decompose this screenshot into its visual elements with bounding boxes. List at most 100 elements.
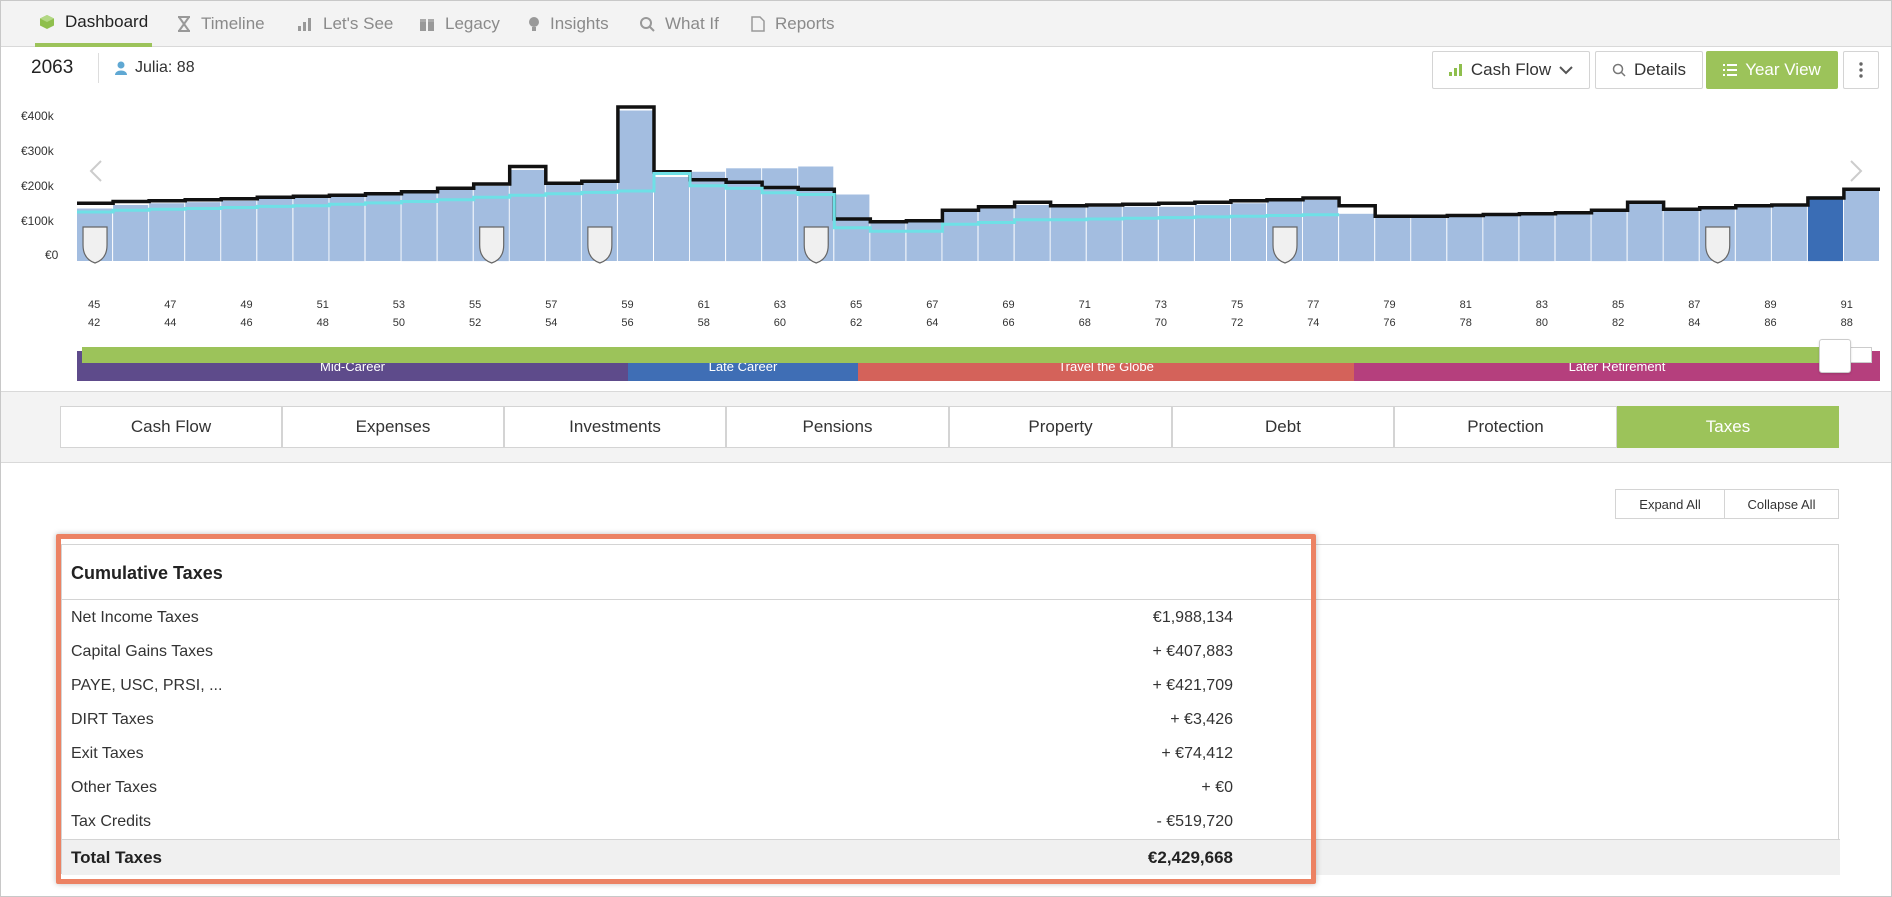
event-marker-icon[interactable]	[1272, 226, 1298, 264]
chevron-right-icon[interactable]	[1850, 160, 1863, 182]
chart-bar[interactable]	[221, 200, 257, 261]
row-label: Net Income Taxes	[71, 609, 199, 626]
chart-bar[interactable]	[1050, 206, 1086, 262]
chart-bar[interactable]	[762, 168, 798, 262]
age-label-bottom: 88	[1840, 317, 1853, 329]
event-marker-icon[interactable]	[1705, 226, 1731, 264]
nav-tab-label: What If	[665, 14, 719, 33]
chart-bar[interactable]	[978, 208, 1014, 262]
age-label-bottom: 42	[88, 317, 101, 329]
chart-bar[interactable]	[293, 198, 329, 261]
chart-bar[interactable]	[1158, 206, 1194, 262]
tab-protection[interactable]: Protection	[1394, 406, 1617, 448]
event-marker-icon[interactable]	[803, 226, 829, 264]
tab-investments[interactable]: Investments	[504, 406, 726, 448]
age-label-top: 69	[1002, 299, 1015, 311]
table-row: Other Taxes + €0	[62, 771, 1840, 805]
nav-tab-lets-see[interactable]: Let's See	[297, 1, 393, 47]
table-row: PAYE, USC, PRSI, ... + €421,709	[62, 669, 1840, 703]
list-icon	[1723, 64, 1738, 76]
app-window: Dashboard Timeline Let's See Legacy Insi…	[0, 0, 1892, 897]
nav-tab-timeline[interactable]: Timeline	[177, 1, 265, 47]
nav-tab-label: Reports	[775, 14, 835, 33]
chart-bar[interactable]	[1771, 205, 1807, 261]
expand-all-button[interactable]: Expand All	[1615, 489, 1725, 519]
chart-bar[interactable]	[1411, 215, 1447, 262]
age-label-top: 75	[1231, 299, 1244, 311]
nav-tab-legacy[interactable]: Legacy	[419, 1, 500, 47]
chart-bar[interactable]	[257, 198, 293, 261]
event-marker-icon[interactable]	[82, 226, 108, 264]
tab-pensions[interactable]: Pensions	[726, 406, 949, 448]
chart-bar[interactable]	[1627, 203, 1663, 261]
more-options-button[interactable]	[1843, 51, 1879, 89]
tab-taxes[interactable]: Taxes	[1617, 406, 1839, 448]
chart-bar[interactable]	[1555, 212, 1591, 261]
age-label-top: 65	[850, 299, 863, 311]
chart-bar[interactable]	[1194, 205, 1230, 261]
age-label-top: 73	[1154, 299, 1168, 311]
chart-bar[interactable]	[1303, 199, 1339, 261]
chart-bar[interactable]	[1663, 210, 1699, 262]
nav-tab-label: Timeline	[201, 14, 265, 33]
row-label: Exit Taxes	[71, 745, 144, 762]
chart-bar[interactable]	[149, 203, 185, 261]
chart-bar[interactable]	[1591, 210, 1627, 262]
chart-bar[interactable]	[1375, 215, 1411, 262]
chart-bar[interactable]	[1014, 205, 1050, 261]
tab-property[interactable]: Property	[949, 406, 1172, 448]
nav-tab-insights[interactable]: Insights	[528, 1, 609, 47]
chart-bar[interactable]	[617, 110, 653, 262]
chart-bar[interactable]	[942, 212, 978, 261]
nav-tab-label: Insights	[550, 14, 609, 33]
chart-bar[interactable]	[185, 202, 221, 261]
age-label-bottom: 86	[1764, 317, 1777, 329]
nav-tab-reports[interactable]: Reports	[751, 1, 835, 47]
tab-debt[interactable]: Debt	[1172, 406, 1394, 448]
chart-bar[interactable]	[401, 192, 437, 262]
chart-bar[interactable]	[365, 195, 401, 261]
chart-bar[interactable]	[1122, 206, 1158, 262]
chart-bar[interactable]	[1843, 187, 1879, 262]
tab-expenses[interactable]: Expenses	[282, 406, 504, 448]
row-value: + €74,412	[1161, 745, 1233, 762]
chart-bar[interactable]	[1339, 213, 1375, 262]
chevron-left-icon[interactable]	[89, 160, 102, 182]
event-marker-icon[interactable]	[479, 226, 505, 264]
view-select-dropdown[interactable]: Cash Flow	[1432, 51, 1590, 89]
chart-bar[interactable]	[654, 177, 690, 261]
table-header: Cumulative Taxes	[62, 545, 1840, 600]
chart-bar[interactable]	[1807, 196, 1843, 262]
details-button[interactable]: Details	[1595, 51, 1703, 89]
chart-bar[interactable]	[1230, 203, 1266, 261]
chart-bar[interactable]	[509, 170, 545, 261]
chart-bar[interactable]	[1483, 213, 1519, 262]
chart-bar[interactable]	[906, 222, 942, 262]
event-marker-icon[interactable]	[587, 226, 613, 264]
chart-bar[interactable]	[329, 196, 365, 262]
tab-cash-flow[interactable]: Cash Flow	[60, 406, 282, 448]
age-label-bottom: 76	[1383, 317, 1396, 329]
chart-bar[interactable]	[1519, 213, 1555, 262]
year-view-button[interactable]: Year View	[1706, 51, 1838, 89]
chart-bar[interactable]	[1447, 215, 1483, 262]
age-label-top: 77	[1307, 299, 1320, 311]
chart-bar[interactable]	[1735, 206, 1771, 262]
magnifier-icon	[640, 17, 655, 32]
year-slider-track[interactable]	[82, 347, 1832, 363]
chart-bar[interactable]	[870, 222, 906, 262]
chart-bar[interactable]	[113, 205, 149, 261]
collapse-all-button[interactable]: Collapse All	[1724, 489, 1839, 519]
row-label: DIRT Taxes	[71, 711, 154, 728]
view-select-label: Cash Flow	[1470, 60, 1552, 79]
age-label-bottom: 80	[1535, 317, 1549, 329]
nav-tab-what-if[interactable]: What If	[639, 1, 719, 47]
age-label-top: 83	[1535, 299, 1549, 311]
nav-tab-dashboard[interactable]: Dashboard	[35, 1, 153, 47]
tab-label: Expenses	[355, 417, 431, 436]
chart-bar[interactable]	[1086, 206, 1122, 262]
year-slider-handle[interactable]	[1819, 339, 1851, 373]
table-row: Tax Credits - €519,720	[62, 805, 1840, 839]
age-label-bottom: 78	[1459, 317, 1472, 329]
chart-plot[interactable]	[1, 91, 1892, 391]
